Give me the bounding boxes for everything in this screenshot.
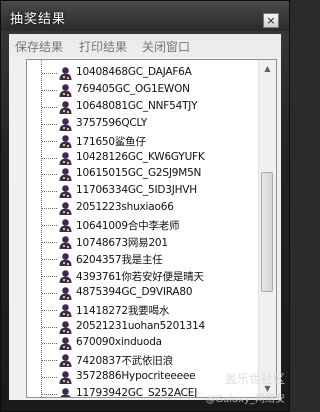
list-item-label: 3572886Hypocriteeeee: [76, 370, 196, 383]
watermark-handle: @Galaxy_网络安: [205, 394, 285, 405]
list-item-label: 10648081GC_NNF54TJY: [76, 99, 198, 112]
list-item-label: 670090xinduoda: [76, 336, 162, 349]
tree-branch-line: [42, 292, 57, 294]
window-title: 抽奖结果: [10, 12, 67, 27]
menu-item-print-result[interactable]: 打印结果: [79, 38, 127, 55]
list-item-label: 171650鲨鱼仔: [76, 135, 146, 148]
title-bar[interactable]: 抽奖结果 ×: [1, 1, 289, 31]
list-item[interactable]: 10641009合中李老师: [27, 217, 257, 234]
tree-branch-line: [42, 73, 57, 74]
list-item-label: 20521231uohan5201314: [76, 319, 206, 332]
tree-branch-line: [42, 225, 57, 227]
list-item[interactable]: 11706334GC_5ID3JHVH: [27, 183, 257, 200]
user-avatar-icon: [59, 354, 72, 368]
list-item-label: 10641009合中李老师: [76, 220, 180, 233]
tree-branch-line: [42, 242, 57, 243]
list-item[interactable]: 769405GC_OG1EWON: [27, 82, 257, 99]
list-item[interactable]: 10648081GC_NNF54TJY: [27, 99, 257, 116]
list-item[interactable]: 7420837不武依旧浪: [27, 352, 257, 369]
menu-item-save-result[interactable]: 保存结果: [15, 38, 63, 55]
list-item-label: 7420837不武依旧浪: [76, 355, 173, 368]
scroll-thumb[interactable]: [261, 172, 273, 292]
tree-branch-line: [42, 140, 57, 142]
user-avatar-icon: [59, 151, 72, 165]
list-item-label: 2051223shuxiao66: [76, 201, 174, 214]
tree-branch-line: [42, 123, 57, 125]
list-item-label: 6204357我是主任: [76, 253, 163, 266]
menu-item-close-window[interactable]: 关闭窗口: [142, 38, 190, 55]
list-item[interactable]: 11418272我要喝水: [27, 302, 257, 319]
user-avatar-icon: [59, 337, 72, 351]
tree-branch-line: [42, 106, 57, 108]
close-button[interactable]: ×: [263, 13, 279, 28]
user-avatar-icon: [59, 67, 72, 80]
user-avatar-icon: [59, 253, 72, 266]
list-item-label: 10408468GC_DAJAF6A: [76, 66, 192, 78]
user-avatar-icon: [59, 202, 72, 216]
tree-branch-line: [42, 394, 57, 396]
user-avatar-icon: [59, 303, 72, 317]
user-avatar-icon: [59, 134, 72, 148]
list-item[interactable]: 10428126GC_KW6GYUFK: [27, 150, 257, 167]
list-item[interactable]: 670090xinduoda: [27, 335, 257, 352]
list-item-label: 11418272我要喝水: [76, 304, 170, 317]
list-item-label: 4875394GC_D9VIRA80: [76, 285, 193, 298]
user-avatar-icon: [59, 286, 72, 300]
list-item[interactable]: 10748673网易201: [27, 234, 257, 251]
list-item[interactable]: 4875394GC_D9VIRA80: [27, 285, 257, 302]
user-avatar-icon: [59, 84, 72, 97]
tree-branch-line: [42, 309, 57, 311]
tree-branch-line: [42, 174, 57, 176]
list-item-label: 10748673网易201: [76, 237, 168, 249]
list-item[interactable]: 4393761你若安好便是晴天: [27, 268, 257, 285]
list-item[interactable]: 6204357我是主任: [27, 251, 257, 268]
user-avatar-icon: [59, 236, 72, 249]
tree-branch-line: [42, 377, 57, 379]
user-avatar-icon: [59, 168, 72, 182]
user-avatar-icon: [59, 100, 72, 114]
watermark-community: 盖乐世社区: [224, 372, 285, 386]
tree-branch-line: [42, 89, 57, 91]
user-avatar-icon: [60, 388, 71, 397]
scroll-up-icon[interactable]: ▲: [259, 60, 276, 77]
list-item-label: 769405GC_OG1EWON: [76, 82, 190, 95]
list-item-label: 10615015GC_G2SJ9M5N: [76, 167, 202, 180]
close-icon: ×: [266, 14, 276, 27]
list-item-label: 3757596QCLY: [76, 116, 148, 129]
list-item[interactable]: 10615015GC_G2SJ9M5N: [27, 166, 257, 183]
tree-branch-line: [42, 191, 57, 193]
user-avatar-icon: [59, 185, 72, 199]
tree-branch-line: [42, 157, 57, 159]
tree-branch-line: [42, 275, 57, 277]
list-item-label: 10428126GC_KW6GYUFK: [76, 150, 205, 163]
list-item[interactable]: 10408468GC_DAJAF6A: [27, 65, 257, 82]
list-item[interactable]: 171650鲨鱼仔: [27, 133, 257, 150]
list-item[interactable]: 2051223shuxiao66: [27, 200, 257, 217]
list-item[interactable]: 3757596QCLY: [27, 116, 257, 133]
menu-bar: 保存结果 打印结果 关闭窗口: [9, 34, 281, 58]
user-avatar-icon: [59, 269, 72, 283]
client-area: 10408468GC_DAJAF6A 769405GC_OG1EWON 106480…: [9, 57, 281, 400]
list-item[interactable]: 3572886Hypocriteeeee: [27, 369, 257, 386]
tree-branch-line: [42, 258, 57, 260]
tree-branch-line: [42, 360, 57, 362]
list-item[interactable]: 20521231uohan5201314: [27, 319, 257, 336]
list-item-label: 4393761你若安好便是晴天: [76, 270, 204, 283]
list-item-label: 11706334GC_5ID3JHVH: [76, 184, 197, 197]
list-item-label: 11793942GC_S252ACEJ: [76, 387, 198, 398]
lottery-result-window: 抽奖结果 × 保存结果 打印结果 关闭窗口 10408468GC_DAJAF6A…: [0, 0, 290, 412]
user-avatar-icon: [59, 219, 72, 233]
vertical-scrollbar[interactable]: ▲ ▼: [258, 60, 276, 397]
user-avatar-icon: [59, 117, 72, 131]
tree-branch-line: [42, 208, 57, 210]
tree-branch-line: [42, 326, 57, 328]
tree-branch-line: [42, 343, 57, 345]
winner-list[interactable]: 10408468GC_DAJAF6A 769405GC_OG1EWON 106480…: [26, 59, 277, 398]
user-avatar-icon: [59, 371, 72, 385]
user-avatar-icon: [59, 320, 72, 334]
